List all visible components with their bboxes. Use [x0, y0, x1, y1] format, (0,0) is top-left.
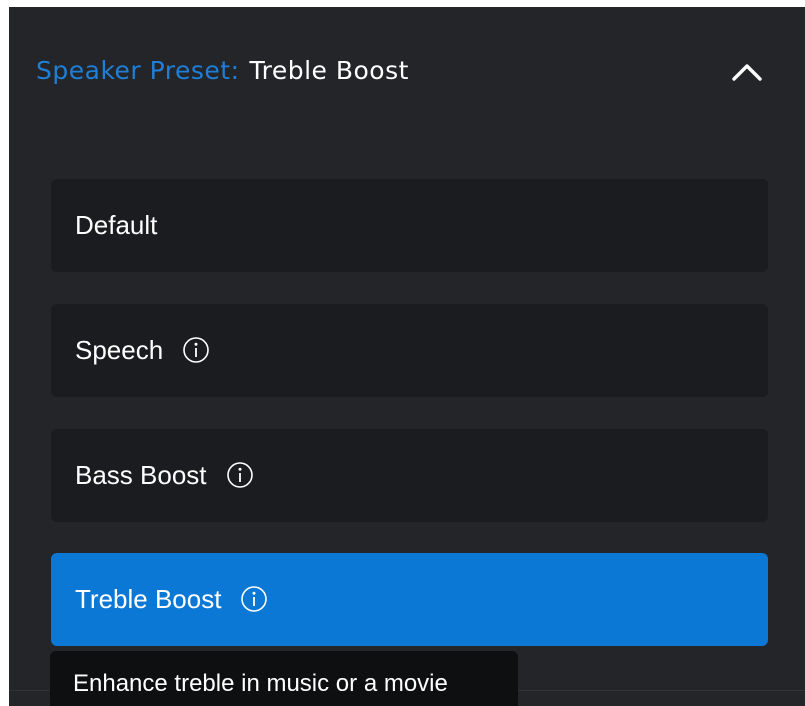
- preset-option-default[interactable]: Default: [51, 179, 768, 272]
- preset-option-text: Treble Boost: [75, 584, 222, 614]
- chevron-up-icon[interactable]: [729, 55, 765, 87]
- preset-option-label: Bass Boost: [75, 457, 254, 493]
- info-icon[interactable]: [240, 585, 268, 613]
- speaker-preset-current-value: Treble Boost: [249, 56, 409, 85]
- preset-option-label: Default: [75, 207, 157, 243]
- preset-option-treble-boost[interactable]: Treble Boost: [51, 553, 768, 646]
- info-tooltip: Enhance treble in music or a movie: [50, 651, 518, 706]
- info-icon[interactable]: [182, 336, 210, 364]
- speaker-preset-title: Speaker Preset: Treble Boost: [36, 51, 409, 91]
- preset-option-bass-boost[interactable]: Bass Boost: [51, 429, 768, 522]
- tooltip-text: Enhance treble in music or a movie: [73, 670, 448, 697]
- preset-option-text: Bass Boost: [75, 460, 207, 490]
- preset-option-label: Speech: [75, 332, 210, 368]
- preset-option-label: Treble Boost: [75, 581, 268, 617]
- info-icon[interactable]: [226, 461, 254, 489]
- speaker-preset-panel: Speaker Preset: Treble Boost Default Spee…: [9, 7, 805, 706]
- preset-option-speech[interactable]: Speech: [51, 304, 768, 397]
- speaker-preset-header[interactable]: Speaker Preset: Treble Boost: [9, 7, 805, 127]
- preset-option-text: Default: [75, 210, 158, 240]
- preset-option-text: Speech: [75, 335, 164, 365]
- speaker-preset-label: Speaker Preset:: [36, 56, 240, 85]
